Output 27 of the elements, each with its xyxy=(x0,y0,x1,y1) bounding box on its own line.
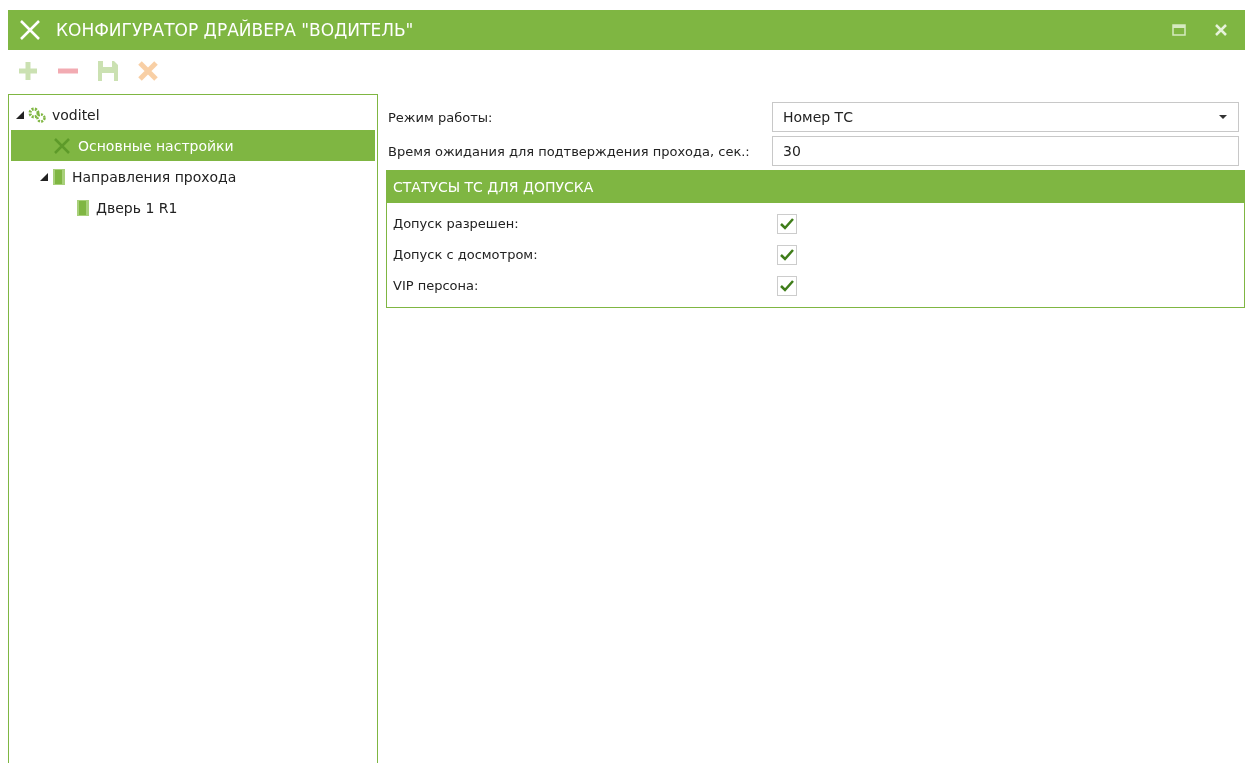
tree-item[interactable]: voditel xyxy=(11,99,375,130)
checkbox-label: Допуск разрешен: xyxy=(393,216,520,231)
checkbox[interactable] xyxy=(777,213,797,234)
mode-dropdown[interactable]: Номер ТС xyxy=(772,102,1239,132)
expand-caret-icon[interactable] xyxy=(15,109,25,120)
dropdown-caret-icon xyxy=(1218,114,1228,120)
door-icon xyxy=(76,198,90,217)
tree-item[interactable]: Дверь 1 R1 xyxy=(11,192,375,223)
checkbox-label: VIP персона: xyxy=(393,278,480,293)
save-icon xyxy=(96,59,120,83)
expand-caret-icon[interactable] xyxy=(39,171,49,182)
checkbox[interactable] xyxy=(777,244,797,265)
window-title: КОНФИГУРАТОР ДРАЙВЕРА "ВОДИТЕЛЬ" xyxy=(56,20,415,40)
close-icon xyxy=(136,59,160,83)
tree-item[interactable]: Направления прохода xyxy=(11,161,375,192)
maximize-icon xyxy=(1172,24,1186,36)
group-header: СТАТУСЫ ТС ДЛЯ ДОПУСКА xyxy=(387,171,1244,203)
checkbox-label: Допуск с досмотром: xyxy=(393,247,539,262)
input-field[interactable]: 30 xyxy=(772,136,1239,166)
door-icon xyxy=(52,167,66,186)
field-label: Режим работы: xyxy=(387,109,494,125)
plus-icon xyxy=(16,59,40,83)
gears-icon xyxy=(28,106,46,123)
close-icon xyxy=(1214,23,1228,37)
minus-icon xyxy=(56,68,80,74)
checkbox[interactable] xyxy=(777,275,797,296)
field-label: Время ожидания для подтверждения прохода, сек.: xyxy=(387,143,751,159)
